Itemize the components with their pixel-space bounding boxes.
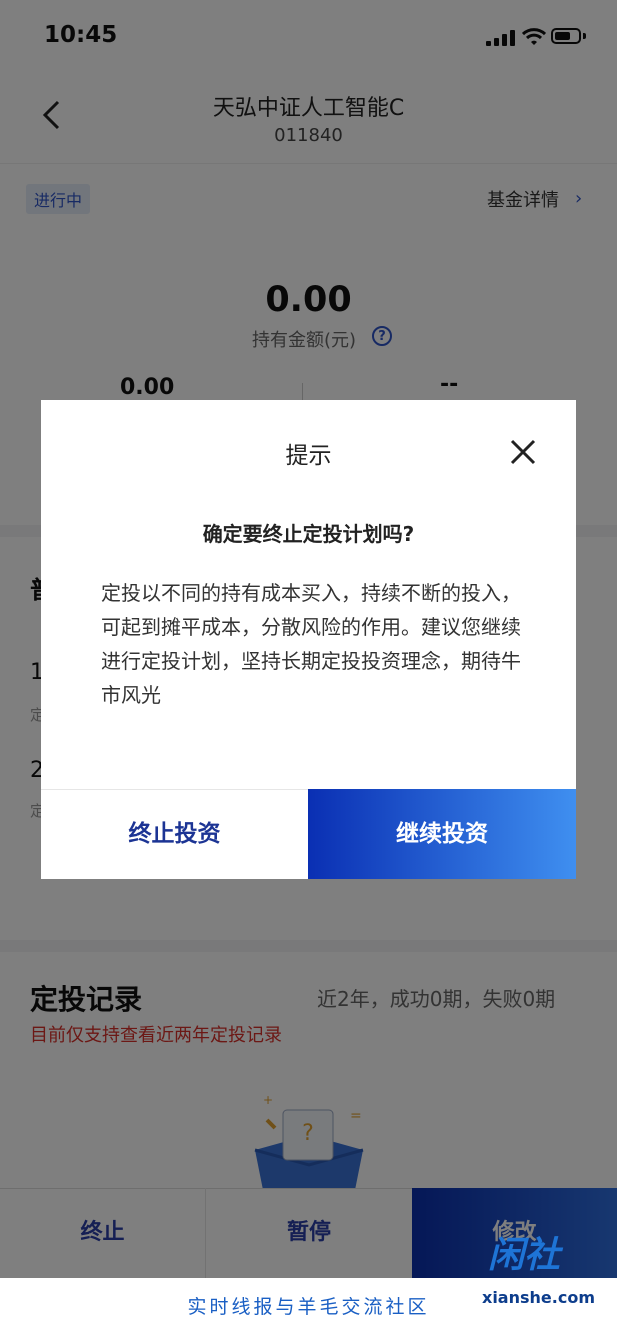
- confirm-dialog: 提示 确定要终止定投计划吗? 定投以不同的持有成本买入，持续不断的投入，可起到摊…: [41, 400, 576, 879]
- close-icon[interactable]: [507, 436, 539, 468]
- continue-investment-button[interactable]: 继续投资: [308, 789, 576, 879]
- dialog-title: 提示: [285, 443, 332, 469]
- watermark-site: xianshe.com: [482, 1288, 595, 1307]
- dialog-question: 确定要终止定投计划吗?: [202, 522, 415, 546]
- dialog-body: 定投以不同的持有成本买入，持续不断的投入，可起到摊平成本，分散风险的作用。建议您…: [101, 581, 521, 707]
- watermark-logo: 闲社: [488, 1235, 561, 1276]
- stop-investment-button[interactable]: 终止投资: [41, 790, 308, 879]
